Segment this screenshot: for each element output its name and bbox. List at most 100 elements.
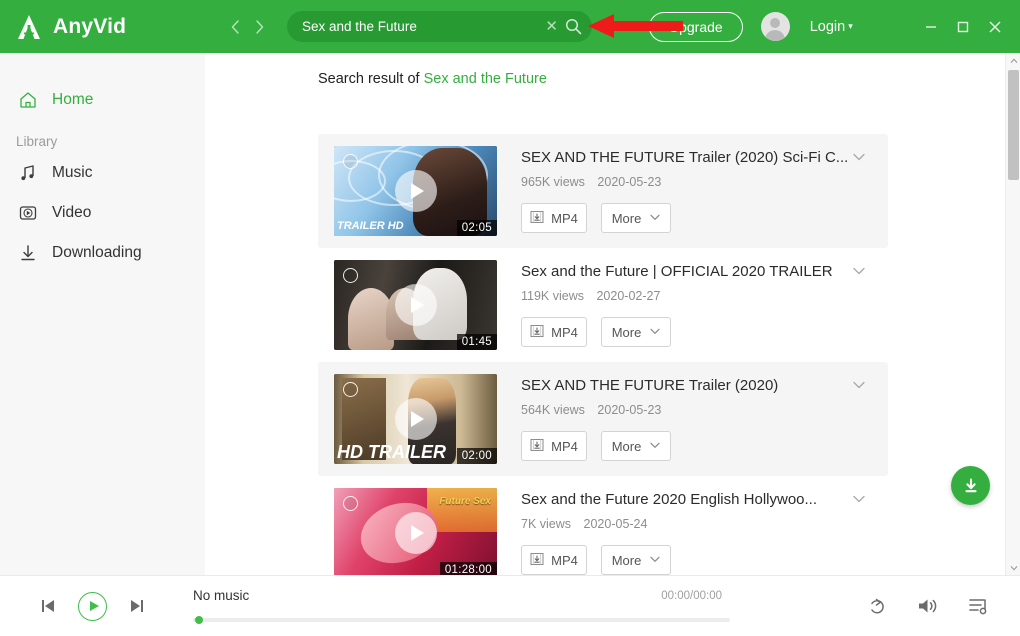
chevron-down-icon bbox=[650, 327, 660, 338]
video-date: 2020-05-23 bbox=[597, 175, 662, 189]
more-label: More bbox=[611, 210, 642, 226]
result-row[interactable]: 01:45 Sex and the Future | OFFICIAL 2020… bbox=[318, 248, 888, 362]
sidebar-item-label: Downloading bbox=[52, 244, 142, 261]
video-views: 965K views bbox=[521, 175, 585, 189]
close-icon[interactable] bbox=[982, 14, 1008, 40]
result-actions: MP4 More bbox=[521, 203, 888, 233]
playlist-icon[interactable] bbox=[968, 596, 990, 617]
search-input[interactable] bbox=[302, 19, 546, 34]
expand-chevron-icon[interactable] bbox=[852, 378, 866, 392]
avatar-head bbox=[770, 18, 781, 28]
result-row[interactable]: HD TRAILER 02:00 SEX AND THE FUTURE Trai… bbox=[318, 362, 888, 476]
result-info: Sex and the Future | OFFICIAL 2020 TRAIL… bbox=[521, 260, 888, 350]
video-thumbnail[interactable]: HD TRAILER 02:00 bbox=[334, 374, 497, 464]
video-title[interactable]: SEX AND THE FUTURE Trailer (2020) bbox=[521, 377, 851, 394]
video-title[interactable]: SEX AND THE FUTURE Trailer (2020) Sci-Fi… bbox=[521, 149, 851, 166]
scroll-down-icon[interactable] bbox=[1006, 560, 1020, 575]
mp4-label: MP4 bbox=[551, 324, 578, 340]
sidebar: Home Library Music Video Downloading bbox=[0, 53, 205, 575]
thumbnail-wrap: TRAILER HD 02:05 bbox=[334, 146, 497, 236]
download-mp4-button[interactable]: MP4 bbox=[521, 431, 587, 461]
result-info: Sex and the Future 2020 English Hollywoo… bbox=[521, 488, 888, 575]
volume-icon[interactable] bbox=[917, 596, 939, 616]
download-mp4-button[interactable]: MP4 bbox=[521, 545, 587, 575]
more-button[interactable]: More bbox=[601, 431, 671, 461]
sidebar-item-video[interactable]: Video bbox=[0, 193, 205, 233]
video-title[interactable]: Sex and the Future 2020 English Hollywoo… bbox=[521, 491, 851, 508]
search-icon[interactable] bbox=[565, 18, 582, 35]
chevron-down-icon: ▾ bbox=[848, 21, 853, 31]
expand-chevron-icon[interactable] bbox=[852, 492, 866, 506]
video-play-icon bbox=[18, 203, 38, 223]
expand-chevron-icon[interactable] bbox=[852, 264, 866, 278]
chevron-left-icon[interactable] bbox=[224, 14, 246, 40]
more-button[interactable]: More bbox=[601, 317, 671, 347]
login-label: Login bbox=[809, 18, 846, 35]
play-overlay-icon[interactable] bbox=[394, 170, 437, 212]
search-result-heading: Search result of Sex and the Future bbox=[318, 71, 547, 87]
sidebar-item-home[interactable]: Home bbox=[0, 80, 205, 120]
skip-next-icon[interactable] bbox=[127, 596, 147, 616]
avatar[interactable] bbox=[760, 12, 790, 41]
download-fab-button[interactable] bbox=[951, 466, 990, 505]
select-checkbox-icon[interactable] bbox=[343, 154, 358, 169]
result-actions: MP4 More bbox=[521, 317, 888, 347]
download-mp4-button[interactable]: MP4 bbox=[521, 203, 587, 233]
select-checkbox-icon[interactable] bbox=[343, 268, 358, 283]
minimize-icon[interactable] bbox=[918, 14, 944, 40]
more-button[interactable]: More bbox=[601, 545, 671, 575]
result-row[interactable]: Future Sex 01:28:00 Sex and the Future 2… bbox=[318, 476, 888, 575]
now-playing-title: No music bbox=[193, 588, 250, 603]
nav-arrows bbox=[224, 14, 271, 40]
download-icon bbox=[18, 243, 38, 263]
video-thumbnail[interactable]: 01:45 bbox=[334, 260, 497, 350]
search-bar: ✕ bbox=[287, 11, 592, 42]
app-logo: AnyVid bbox=[0, 12, 210, 42]
clear-x-icon[interactable]: ✕ bbox=[545, 19, 558, 34]
play-icon[interactable] bbox=[78, 591, 107, 621]
results-panel: Search result of Sex and the Future 0 Se… bbox=[205, 53, 1020, 575]
video-duration: 02:05 bbox=[456, 220, 497, 236]
result-info: SEX AND THE FUTURE Trailer (2020) 564K v… bbox=[521, 374, 888, 464]
player-transport bbox=[0, 591, 147, 621]
video-date: 2020-02-27 bbox=[596, 289, 661, 303]
chevron-down-icon bbox=[650, 213, 660, 224]
video-thumbnail[interactable]: TRAILER HD 02:05 bbox=[334, 146, 497, 236]
download-mp4-button[interactable]: MP4 bbox=[521, 317, 587, 347]
scrollbar-thumb[interactable] bbox=[1008, 70, 1019, 180]
scroll-up-icon[interactable] bbox=[1006, 53, 1020, 68]
sidebar-item-music[interactable]: Music bbox=[0, 153, 205, 193]
result-row[interactable]: TRAILER HD 02:05 SEX AND THE FUTURE Trai… bbox=[318, 134, 888, 248]
play-overlay-icon[interactable] bbox=[394, 512, 437, 554]
select-checkbox-icon[interactable] bbox=[343, 382, 358, 397]
video-date: 2020-05-24 bbox=[583, 517, 648, 531]
thumbnail-badge: Future Sex bbox=[439, 496, 491, 507]
play-overlay-icon[interactable] bbox=[394, 284, 437, 326]
player-bar: No music 00:00/00:00 bbox=[0, 575, 1020, 636]
player-time: 00:00/00:00 bbox=[661, 590, 722, 602]
repeat-icon[interactable] bbox=[867, 596, 888, 617]
home-icon bbox=[18, 90, 38, 110]
play-overlay-icon[interactable] bbox=[394, 398, 437, 440]
video-thumbnail[interactable]: Future Sex 01:28:00 bbox=[334, 488, 497, 575]
player-progress-bar[interactable] bbox=[193, 616, 730, 624]
login-menu[interactable]: Login ▾ bbox=[810, 19, 853, 35]
video-title[interactable]: Sex and the Future | OFFICIAL 2020 TRAIL… bbox=[521, 263, 851, 280]
video-meta: 7K views 2020-05-24 bbox=[521, 517, 888, 531]
select-checkbox-icon[interactable] bbox=[343, 496, 358, 511]
player-progress-handle[interactable] bbox=[195, 616, 203, 624]
video-duration: 02:00 bbox=[456, 448, 497, 464]
thumbnail-badge: HD TRAILER bbox=[337, 441, 446, 462]
expand-chevron-icon[interactable] bbox=[852, 150, 866, 164]
thumbnail-wrap: 01:45 bbox=[334, 260, 497, 350]
mp4-label: MP4 bbox=[551, 438, 578, 454]
scrollbar[interactable] bbox=[1005, 53, 1020, 575]
avatar-body bbox=[765, 30, 786, 41]
more-button[interactable]: More bbox=[601, 203, 671, 233]
film-download-icon bbox=[530, 552, 544, 569]
skip-previous-icon[interactable] bbox=[38, 596, 58, 616]
sidebar-item-downloading[interactable]: Downloading bbox=[0, 233, 205, 273]
chevron-right-icon[interactable] bbox=[249, 14, 271, 40]
maximize-icon[interactable] bbox=[950, 14, 976, 40]
music-note-icon bbox=[18, 163, 38, 183]
